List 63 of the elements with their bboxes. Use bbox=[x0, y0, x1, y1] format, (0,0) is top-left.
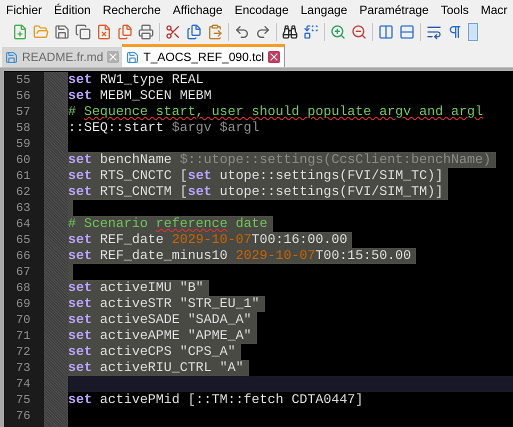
pilcrow-icon[interactable] bbox=[447, 24, 463, 40]
menu-item[interactable]: Recherche bbox=[96, 0, 167, 18]
menu-item[interactable]: Tools bbox=[434, 0, 475, 18]
line-number: 58 bbox=[15, 120, 32, 136]
tab-label: README.fr.md bbox=[22, 49, 104, 66]
close-all-icon[interactable] bbox=[117, 24, 133, 40]
search-icon[interactable] bbox=[282, 24, 298, 40]
line-number: 63 bbox=[15, 200, 32, 216]
menu-item[interactable]: Paramétrage bbox=[353, 0, 435, 18]
menu-item[interactable]: Encodage bbox=[228, 0, 295, 18]
sync-horizontal-icon[interactable] bbox=[399, 24, 415, 40]
line-number: 62 bbox=[15, 184, 32, 200]
scissors-icon[interactable] bbox=[165, 24, 181, 40]
paste-icon[interactable] bbox=[207, 24, 223, 40]
line-number: 73 bbox=[15, 360, 32, 376]
save-icon bbox=[126, 50, 140, 64]
tab-label: T_AOCS_REF_090.tcl bbox=[143, 49, 264, 66]
printer-icon[interactable] bbox=[138, 24, 154, 40]
code-line: ::SEQ::start $argv $argl bbox=[68, 120, 261, 136]
file-tab[interactable]: README.fr.md bbox=[2, 47, 122, 67]
line-number: 76 bbox=[15, 408, 32, 424]
line-number: 67 bbox=[15, 264, 32, 280]
line-number: 55 bbox=[15, 72, 32, 88]
code-line: set RW1_type REAL bbox=[68, 72, 205, 88]
line-number: 59 bbox=[15, 136, 32, 152]
menu-item[interactable]: Fichier bbox=[0, 0, 48, 18]
zoom-in-icon[interactable] bbox=[330, 24, 346, 40]
line-number: 65 bbox=[15, 232, 32, 248]
menu-item[interactable]: Affichage bbox=[166, 0, 229, 18]
sync-vertical-icon[interactable] bbox=[378, 24, 394, 40]
line-number: 61 bbox=[15, 168, 32, 184]
save-all-icon[interactable] bbox=[75, 24, 91, 40]
line-number: 70 bbox=[15, 312, 32, 328]
code-line: # Sequence start, user should populate argv and argl bbox=[68, 104, 484, 120]
menu-item[interactable]: Macr bbox=[474, 0, 513, 18]
zoom-out-icon[interactable] bbox=[351, 24, 367, 40]
file-tab[interactable]: T_AOCS_REF_090.tcl bbox=[122, 44, 286, 67]
close-icon[interactable] bbox=[268, 51, 280, 63]
redo-icon[interactable] bbox=[255, 24, 271, 40]
line-number: 56 bbox=[15, 88, 32, 104]
line-number: 68 bbox=[15, 280, 32, 296]
undo-icon[interactable] bbox=[234, 24, 250, 40]
menu-item[interactable]: Langage bbox=[294, 0, 354, 18]
line-number: 72 bbox=[15, 344, 32, 360]
code-line: set activePMid [::TM::fetch CDTA0447] bbox=[68, 392, 364, 408]
close-file-icon[interactable] bbox=[96, 24, 112, 40]
line-number: 60 bbox=[15, 152, 32, 168]
menu-item[interactable]: Édition bbox=[48, 0, 97, 18]
line-number: 64 bbox=[15, 216, 32, 232]
line-number: 75 bbox=[15, 392, 32, 408]
copy-icon[interactable] bbox=[186, 24, 202, 40]
line-number: 74 bbox=[15, 376, 32, 392]
code-line: set MEBM_SCEN MEBM bbox=[68, 88, 213, 104]
line-number: 71 bbox=[15, 328, 32, 344]
save-icon bbox=[5, 50, 18, 64]
line-number: 69 bbox=[15, 296, 32, 312]
save-icon[interactable] bbox=[54, 24, 70, 40]
close-icon[interactable] bbox=[107, 51, 120, 63]
new-file-icon[interactable] bbox=[12, 24, 28, 40]
line-number: 66 bbox=[15, 248, 32, 264]
word-wrap-icon[interactable] bbox=[426, 24, 442, 40]
line-number: 57 bbox=[15, 104, 32, 120]
replace-icon[interactable] bbox=[303, 24, 319, 40]
